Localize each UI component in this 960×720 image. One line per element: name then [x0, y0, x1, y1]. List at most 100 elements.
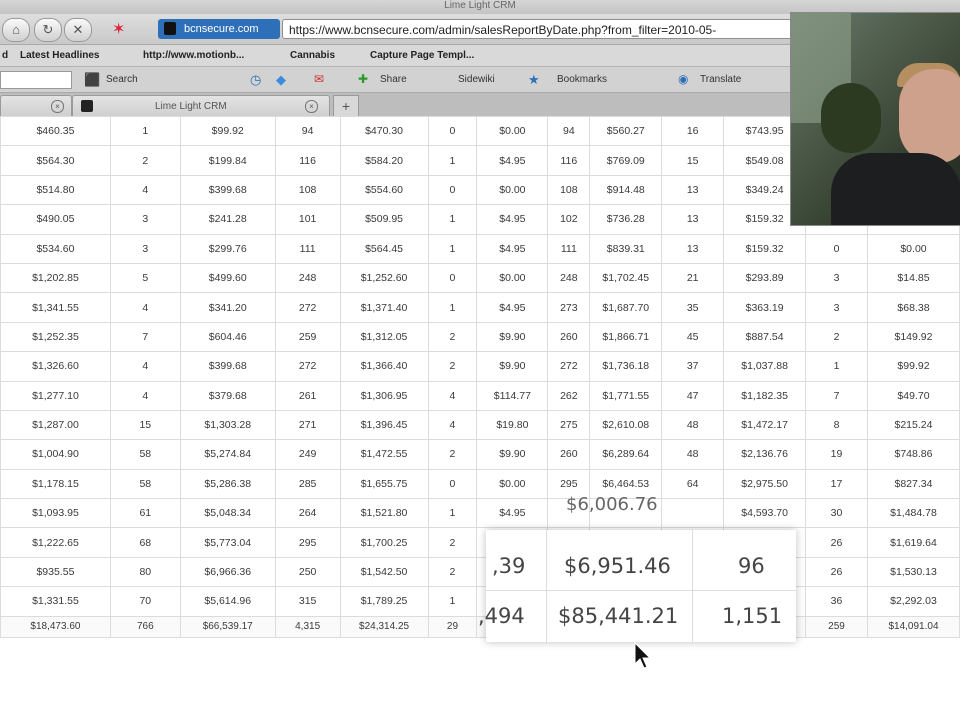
table-cell: 2 [427, 351, 478, 382]
bookmark-edge-d: d [2, 50, 9, 61]
table-cell: $1,542.50 [339, 556, 429, 588]
table-cell: 58 [109, 468, 181, 500]
table-cell: $1,484.78 [866, 498, 960, 529]
bookmark-cannabis[interactable]: Cannabis [290, 45, 335, 66]
table-cell: 2 [427, 556, 478, 588]
table-cell: 94 [274, 115, 341, 147]
table-cell: 2 [805, 321, 868, 353]
table-cell: 7 [805, 380, 868, 411]
table-cell: 37 [661, 351, 725, 382]
webcam-person-face [899, 69, 960, 163]
sidewiki-button[interactable]: Sidewiki [458, 67, 495, 92]
table-cell: 108 [274, 174, 341, 206]
table-cell: $1,687.70 [589, 292, 663, 323]
table-cell: 271 [274, 409, 341, 441]
clock-icon[interactable]: ◷ [250, 67, 261, 92]
table-cell: 1 [427, 586, 478, 617]
bookmarks-button[interactable]: Bookmarks [557, 67, 607, 92]
table-cell: $9.90 [476, 321, 549, 353]
share-button[interactable]: Share [380, 67, 407, 92]
table-row: $1,202.85 5 $499.60 248 $1,252.60 0 $0.00 248 $1… [0, 262, 960, 294]
translate-button[interactable]: Translate [700, 67, 741, 92]
table-cell: 4 [109, 292, 181, 323]
table-cell: $554.60 [339, 174, 429, 206]
table-cell: $1,530.13 [866, 556, 960, 588]
table-row: $1,277.10 4 $379.68 261 $1,306.95 4 $114.77 262… [0, 380, 960, 411]
bookmark-latest-headlines[interactable]: Latest Headlines [20, 45, 99, 66]
mail-icon[interactable]: ✉ [314, 67, 324, 92]
table-cell: $399.68 [179, 174, 276, 206]
zoom-value-bottom-right: 1,151 [722, 604, 783, 628]
table-row: $1,178.15 58 $5,286.38 285 $1,655.75 0 $0.00 29… [0, 468, 960, 500]
tab-close-icon[interactable]: × [305, 100, 318, 113]
table-cell: 16 [661, 115, 725, 147]
tab-close-icon[interactable]: × [51, 100, 64, 113]
toolbar-search-input[interactable] [0, 71, 72, 89]
home-icon[interactable]: ⌂ [2, 18, 30, 42]
table-cell: $1,396.45 [339, 409, 429, 441]
table-cell: 272 [547, 351, 591, 382]
table-cell: $4,593.70 [723, 498, 807, 529]
stop-icon[interactable]: ✕ [64, 18, 92, 42]
tab-lime-light-crm[interactable]: Lime Light CRM × [72, 95, 330, 117]
table-cell: 4 [109, 380, 181, 411]
table-cell: 1 [427, 204, 478, 235]
toolbar-search-button[interactable]: Search [106, 67, 138, 92]
table-cell: 264 [274, 498, 341, 529]
table-cell: $1,736.18 [589, 351, 663, 382]
zoom-magnifier-overlay: $6,006.76 ,39 $6,951.46 96 ,494 $85,441.… [478, 494, 796, 642]
table-cell: 70 [109, 586, 181, 617]
table-cell: $293.89 [723, 262, 807, 294]
table-total-cell: $18,473.60 [0, 615, 111, 638]
table-cell: $299.76 [179, 233, 276, 264]
lock-icon [164, 22, 176, 35]
table-cell: $935.55 [0, 556, 111, 588]
table-cell: $1,700.25 [339, 527, 429, 558]
table-cell: $0.00 [476, 174, 549, 206]
zoom-value-bottom-main: $85,441.21 [558, 604, 679, 628]
tab-label: Lime Light CRM [155, 101, 227, 112]
table-cell: 4 [109, 351, 181, 382]
globe-icon[interactable]: ◆ [276, 67, 286, 92]
table-cell: $6,966.36 [179, 556, 276, 588]
table-row: $1,093.95 61 $5,048.34 264 $1,521.80 1 $4.95 $4… [0, 498, 960, 529]
table-cell: $0.00 [866, 233, 960, 264]
table-cell: $49.70 [866, 380, 960, 411]
table-cell: 0 [427, 262, 478, 294]
tab-first[interactable]: × [0, 95, 72, 117]
site-identity-button[interactable]: bcnsecure.com [158, 19, 280, 39]
bookmark-capture-page[interactable]: Capture Page Templ... [370, 45, 474, 66]
table-cell: 116 [274, 145, 341, 176]
table-cell: 15 [109, 409, 181, 441]
table-cell: 248 [547, 262, 591, 294]
table-cell: 261 [274, 380, 341, 411]
table-cell: 108 [547, 174, 591, 206]
zoom-grid-line [486, 590, 796, 591]
table-cell: $736.28 [589, 204, 663, 235]
table-row: $1,341.55 4 $341.20 272 $1,371.40 1 $4.95 273 $1… [0, 292, 960, 323]
reload-icon[interactable]: ↻ [34, 18, 62, 42]
table-cell: 13 [661, 233, 725, 264]
table-cell: $9.90 [476, 439, 549, 470]
table-cell: $14.85 [866, 262, 960, 294]
translate-icon: ◉ [678, 72, 689, 86]
share-icon[interactable]: ✚ [358, 67, 368, 92]
table-cell: 0 [427, 115, 478, 147]
table-cell: $1,702.45 [589, 262, 663, 294]
table-cell: $114.77 [476, 380, 549, 411]
table-row: $935.5580$6,966.36250$1,542.5021.7026$1,… [0, 556, 960, 588]
table-cell: $159.32 [723, 233, 807, 264]
table-cell: $1,178.15 [0, 468, 111, 500]
mouse-cursor-icon [634, 642, 652, 669]
zoom-value-bottom-left: ,494 [478, 604, 525, 628]
table-cell: $839.31 [589, 233, 663, 264]
table-cell: $1,866.71 [589, 321, 663, 353]
bookmark-motionb[interactable]: http://www.motionb... [143, 45, 244, 66]
new-tab-button[interactable]: + [333, 95, 359, 117]
table-cell: 35 [661, 292, 725, 323]
table-total-cell: 766 [109, 615, 181, 638]
table-cell: 2 [109, 145, 181, 176]
table-cell: $1,789.25 [339, 586, 429, 617]
table-cell: $6,289.64 [589, 439, 663, 470]
table-cell: $560.27 [589, 115, 663, 147]
